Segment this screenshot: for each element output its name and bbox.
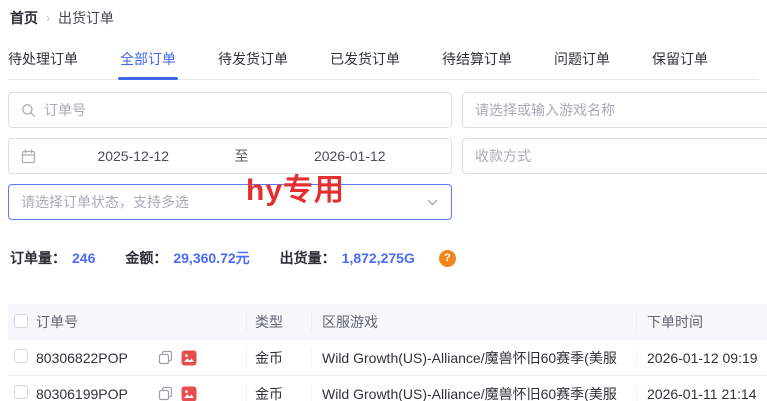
date-range-separator: 至 bbox=[231, 146, 253, 166]
order-game: Wild Growth(US)-Alliance/魔兽怀旧60赛季(美服 bbox=[311, 384, 636, 401]
order-status-multiselect[interactable]: 请选择订单状态，支持多选 bbox=[8, 184, 452, 220]
order-type: 金币 bbox=[246, 384, 311, 401]
row-checkbox[interactable] bbox=[14, 349, 28, 363]
copy-icon[interactable] bbox=[158, 386, 173, 401]
order-time: 2026-01-12 09:19 bbox=[636, 350, 767, 366]
stat-amount: 金额： 29,360.72元 bbox=[125, 248, 249, 268]
stat-shipment-label: 出货量： bbox=[280, 248, 336, 268]
image-icon[interactable] bbox=[181, 386, 197, 401]
payment-method-select[interactable]: 收款方式 bbox=[462, 138, 767, 174]
table-row: 80306199POP 金币 Wild Growth(US)-Alliance/… bbox=[8, 376, 767, 401]
order-game: Wild Growth(US)-Alliance/魔兽怀旧60赛季(美服 bbox=[311, 348, 636, 368]
date-range-picker[interactable]: 2025-12-12 至 2026-01-12 bbox=[8, 138, 452, 174]
chevron-down-icon[interactable] bbox=[426, 196, 439, 209]
stat-order-count-label: 订单量： bbox=[10, 248, 66, 268]
payment-method-placeholder: 收款方式 bbox=[475, 146, 767, 166]
stat-order-count-value: 246 bbox=[72, 250, 95, 266]
order-number-input[interactable]: 订单号 bbox=[8, 92, 452, 128]
copy-icon[interactable] bbox=[158, 350, 173, 365]
col-game: 区服游戏 bbox=[311, 312, 636, 332]
select-all-checkbox[interactable] bbox=[14, 314, 28, 328]
summary-stats: 订单量： 246 金额： 29,360.72元 出货量： 1,872,275G … bbox=[10, 248, 767, 268]
order-tabs: 待处理订单 全部订单 待发货订单 已发货订单 待结算订单 问题订单 保留订单 bbox=[8, 49, 759, 80]
order-type: 金币 bbox=[246, 348, 311, 368]
header-select-all bbox=[8, 314, 36, 331]
image-icon[interactable] bbox=[181, 350, 197, 366]
table-header-row: 订单号 类型 区服游戏 下单时间 bbox=[8, 304, 767, 340]
calendar-icon bbox=[21, 149, 36, 164]
breadcrumb-home[interactable]: 首页 bbox=[10, 8, 38, 28]
col-type: 类型 bbox=[246, 312, 311, 332]
stat-amount-label: 金额： bbox=[125, 248, 167, 268]
col-order-no: 订单号 bbox=[36, 312, 246, 332]
search-icon bbox=[21, 103, 36, 118]
game-name-placeholder: 请选择或输入游戏名称 bbox=[475, 100, 767, 120]
order-time: 2026-01-11 21:14 bbox=[636, 386, 767, 401]
breadcrumb: 首页 › 出货订单 bbox=[10, 8, 767, 28]
tab-all-orders[interactable]: 全部订单 bbox=[120, 49, 176, 69]
stat-amount-value: 29,360.72元 bbox=[173, 248, 249, 268]
game-name-select[interactable]: 请选择或输入游戏名称 bbox=[462, 92, 767, 128]
col-time: 下单时间 bbox=[636, 312, 767, 332]
tab-to-ship-orders[interactable]: 待发货订单 bbox=[218, 49, 288, 69]
order-status-placeholder: 请选择订单状态，支持多选 bbox=[21, 192, 418, 212]
stat-order-count: 订单量： 246 bbox=[10, 248, 95, 268]
date-start-value[interactable]: 2025-12-12 bbox=[44, 148, 223, 164]
tab-pending-orders[interactable]: 待处理订单 bbox=[8, 49, 78, 69]
order-number: 80306822POP bbox=[36, 350, 146, 366]
tab-reserved-orders[interactable]: 保留订单 bbox=[652, 49, 708, 69]
date-end-value[interactable]: 2026-01-12 bbox=[261, 148, 440, 164]
stat-shipment: 出货量： 1,872,275G bbox=[280, 248, 415, 268]
order-number: 80306199POP bbox=[36, 386, 146, 401]
tab-problem-orders[interactable]: 问题订单 bbox=[554, 49, 610, 69]
tab-to-settle-orders[interactable]: 待结算订单 bbox=[442, 49, 512, 69]
row-checkbox[interactable] bbox=[14, 385, 28, 399]
breadcrumb-current: 出货订单 bbox=[58, 8, 114, 28]
question-icon[interactable]: ? bbox=[439, 250, 456, 267]
orders-table: 订单号 类型 区服游戏 下单时间 80306822POP 金币 Wild Gro… bbox=[8, 304, 767, 401]
order-number-placeholder: 订单号 bbox=[44, 100, 439, 120]
breadcrumb-separator: › bbox=[46, 11, 50, 25]
filter-bar: 订单号 请选择或输入游戏名称 2025-12-12 至 2026-01-12 收… bbox=[8, 92, 767, 220]
shipping-orders-page: 首页 › 出货订单 待处理订单 全部订单 待发货订单 已发货订单 待结算订单 问… bbox=[0, 0, 767, 401]
stat-shipment-value: 1,872,275G bbox=[342, 250, 415, 266]
table-row: 80306822POP 金币 Wild Growth(US)-Alliance/… bbox=[8, 340, 767, 376]
tab-shipped-orders[interactable]: 已发货订单 bbox=[330, 49, 400, 69]
